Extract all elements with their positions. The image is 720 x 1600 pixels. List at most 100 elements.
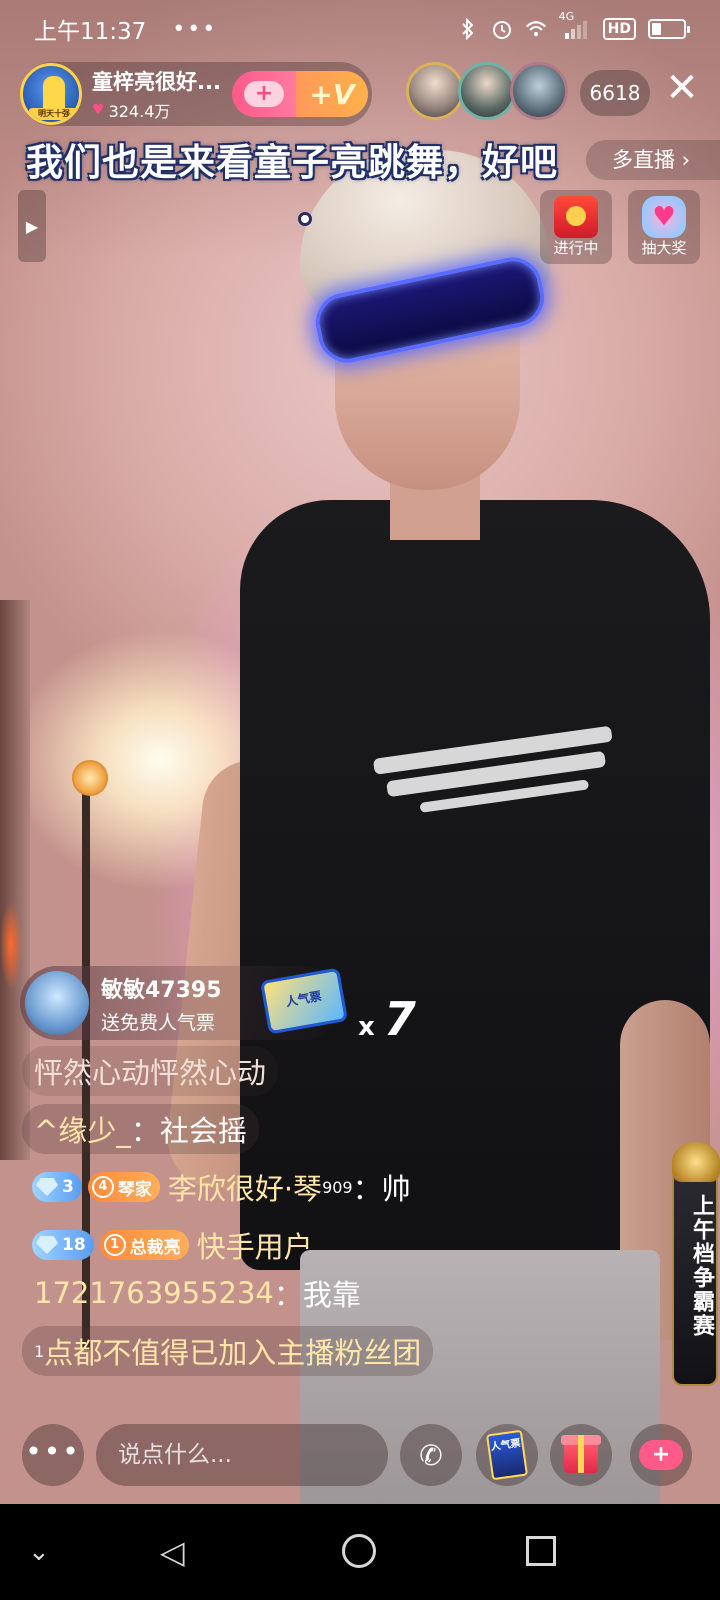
fan-club-name: 总裁亮: [129, 1237, 181, 1258]
popularity-ticket-button[interactable]: 人气票: [476, 1424, 538, 1486]
fan-level: 1: [103, 1234, 126, 1256]
chat-username-suffix: 909: [322, 1177, 353, 1197]
chat-message[interactable]: 怦然心动怦然心动: [22, 1046, 279, 1096]
contest-banner[interactable]: 上午档争霸赛: [672, 1142, 720, 1386]
gift-button[interactable]: [550, 1424, 612, 1486]
lottery-label: 抽大奖: [641, 239, 687, 257]
viewer-avatar[interactable]: [458, 62, 516, 120]
more-live-button[interactable]: 多直播 ›: [586, 140, 720, 180]
avatar-figure: [43, 76, 65, 112]
level-badge: 18: [32, 1230, 94, 1260]
lamp-head: [72, 760, 108, 796]
top-viewers[interactable]: [406, 62, 568, 120]
chat-text: 帅: [381, 1172, 411, 1206]
battery-fill: [652, 23, 661, 35]
host-text: 童梓亮很好... ♥ 324.4万: [92, 66, 224, 122]
gift-action: 送免费人气票: [101, 1011, 216, 1034]
comment-input[interactable]: 说点什么...: [96, 1424, 388, 1486]
follow-heart-icon: +: [244, 81, 284, 107]
chat-message[interactable]: 3 4 琴家 李欣很好·琴 909 ： 帅: [22, 1162, 423, 1212]
level-value: 18: [62, 1235, 86, 1255]
follow-button[interactable]: +: [232, 71, 296, 117]
viewer-avatar[interactable]: [510, 62, 568, 120]
contest-label: 上午档争霸赛: [689, 1194, 714, 1338]
gift-count: x 7: [358, 992, 416, 1046]
diamond-icon: [36, 1178, 58, 1196]
danmaku-caption: 我们也是来看童子亮跳舞，好吧: [26, 141, 558, 184]
red-packet-icon: [554, 196, 598, 238]
gift-count-prefix: x: [358, 1012, 375, 1042]
like-button[interactable]: +: [630, 1424, 692, 1486]
chat-text: 怦然心动怦然心动: [34, 1056, 267, 1090]
fan-badge: 1 总裁亮: [99, 1230, 189, 1260]
signal-icon: 4G: [559, 10, 591, 40]
chat-fanclub-notice[interactable]: 1 点都不值得已加入主播粉丝团: [22, 1326, 434, 1376]
back-button[interactable]: ◁: [160, 1534, 185, 1570]
status-icons: 4G HD: [457, 10, 690, 40]
chat-text: 社会摇: [159, 1114, 247, 1148]
chat-text: 点都不值得已加入主播粉丝团: [44, 1336, 422, 1370]
lottery-icon: [642, 196, 686, 238]
caption-dot: [298, 212, 312, 226]
diamond-icon: [36, 1236, 58, 1254]
gift-box-icon: [561, 1435, 601, 1473]
gift-count-value: 7: [383, 992, 416, 1046]
chat-username[interactable]: 1721763955234: [34, 1276, 274, 1310]
status-bar: 上午11:37 ••• 4G HD: [0, 0, 720, 58]
fan-level: 4: [91, 1176, 114, 1198]
battery-icon: [648, 19, 690, 39]
play-arrow-icon: ▶: [25, 216, 39, 236]
chat-join-message[interactable]: 18 1 总裁亮 快手用户: [22, 1220, 325, 1270]
host-info-pill[interactable]: 明天十强 童梓亮很好... ♥ 324.4万 + +V: [20, 62, 372, 126]
chat-message[interactable]: ^缘少_ ： 社会摇: [22, 1104, 259, 1154]
host-avatar[interactable]: 明天十强: [20, 63, 82, 125]
chat-text: 我靠: [302, 1278, 361, 1312]
ticket-icon: 人气票: [485, 1429, 529, 1481]
chat-username[interactable]: 李欣很好·琴: [168, 1166, 322, 1208]
chat-separator: ：: [273, 1278, 303, 1312]
chat-message[interactable]: 1721763955234 ： 我靠: [22, 1268, 373, 1318]
chat-username[interactable]: ^缘少_: [34, 1108, 131, 1150]
system-nav-bar: ⌄ ◁: [0, 1504, 720, 1600]
heart-icon: ♥: [92, 102, 105, 118]
recent-apps-button[interactable]: [526, 1536, 556, 1566]
phone-icon: ✆: [419, 1438, 443, 1472]
level-value: 3: [62, 1177, 74, 1197]
chat-list[interactable]: 怦然心动怦然心动 ^缘少_ ： 社会摇 3 4 琴家 李欣很好·琴 909 ： 帅 …: [22, 1046, 642, 1384]
gift-sender-name: 敏敏47395: [101, 977, 222, 1003]
chat-separator: ：: [352, 1172, 382, 1206]
fan-badge: 4 琴家: [87, 1172, 160, 1202]
alarm-icon: [491, 18, 513, 40]
home-button[interactable]: [342, 1534, 376, 1568]
close-button[interactable]: ✕: [660, 68, 704, 112]
side-expand-button[interactable]: ▶: [18, 190, 46, 262]
collapse-icon[interactable]: ⌄: [28, 1534, 50, 1570]
status-more-dots: •••: [172, 16, 218, 42]
trophy-icon: [672, 1142, 720, 1182]
fan-club-name: 琴家: [117, 1179, 152, 1200]
red-packet-widget[interactable]: 进行中: [540, 190, 612, 264]
vip-button[interactable]: +V: [296, 71, 368, 117]
viewer-count[interactable]: 6618: [580, 70, 650, 116]
heart-plus-icon: +: [639, 1440, 683, 1470]
viewer-avatar[interactable]: [406, 62, 464, 120]
bluetooth-icon: [457, 18, 479, 40]
host-name: 童梓亮很好...: [92, 70, 221, 94]
gift-sender-avatar[interactable]: [25, 971, 89, 1035]
lottery-widget[interactable]: 抽大奖: [628, 190, 700, 264]
level-badge: 3: [32, 1172, 82, 1202]
chat-username[interactable]: 快手用户: [197, 1224, 313, 1266]
lamp-glow: [0, 900, 22, 990]
chat-separator: ：: [130, 1114, 160, 1148]
chat-prefix: 1: [34, 1341, 45, 1361]
hd-badge: HD: [602, 18, 636, 40]
host-likes: ♥ 324.4万: [92, 98, 224, 122]
avatar-tag: 明天十强: [29, 108, 79, 120]
wifi-icon: [525, 18, 547, 40]
gift-text: 敏敏47395 送免费人气票: [101, 972, 222, 1035]
voice-call-button[interactable]: ✆: [400, 1424, 462, 1486]
status-time: 上午11:37: [34, 19, 147, 45]
more-options-button[interactable]: •••: [22, 1424, 84, 1486]
red-packet-label: 进行中: [553, 239, 599, 257]
bottom-action-bar: ••• 说点什么... ✆ 人气票 +: [0, 1418, 720, 1494]
